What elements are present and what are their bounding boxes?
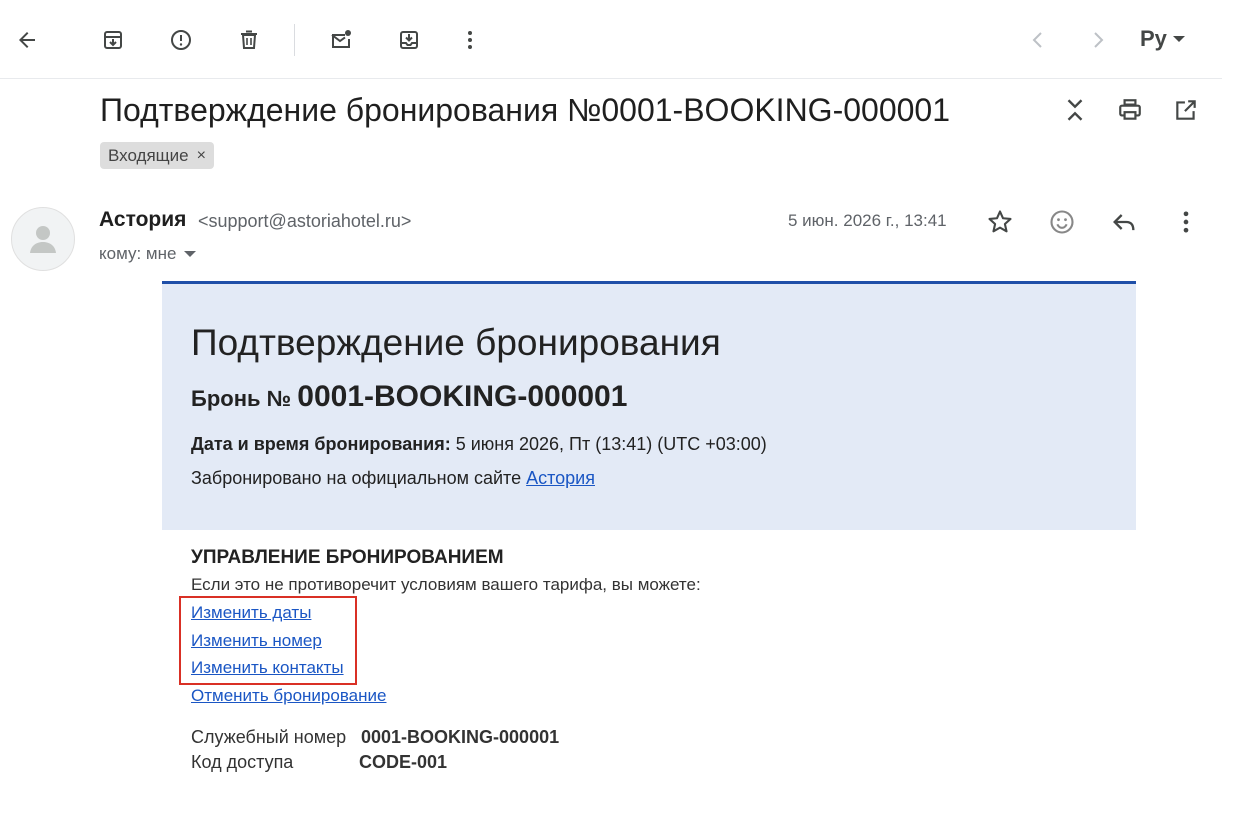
access-code-label: Код доступа (191, 752, 294, 772)
prev-icon (1032, 32, 1042, 48)
email-subject: Подтверждение бронирования №0001-BOOKING… (100, 92, 950, 128)
back-button[interactable] (5, 18, 49, 62)
sender-email: <support@astoriahotel.ru> (198, 211, 412, 231)
management-description: Если это не противоречит условиям вашего… (191, 575, 701, 594)
management-title: УПРАВЛЕНИЕ БРОНИРОВАНИЕМ (191, 547, 504, 568)
message-date: 5 июн. 2026 г., 13:41 (788, 211, 947, 230)
booking-number: 0001-BOOKING-000001 (297, 380, 628, 413)
emoji-icon (1050, 210, 1074, 234)
more-vert-icon (468, 31, 472, 49)
booking-datetime: Дата и время бронирования: 5 июня 2026, … (191, 434, 767, 455)
site-link[interactable]: Астория (526, 468, 595, 488)
print-button[interactable] (1112, 92, 1148, 128)
star-button[interactable] (980, 202, 1020, 242)
message-more-button[interactable] (1166, 202, 1206, 242)
print-icon (1119, 99, 1141, 120)
access-code-value: CODE-001 (359, 752, 448, 772)
archive-icon (104, 31, 122, 49)
datetime-value: 5 июня 2026, Пт (13:41) (UTC +03:00) (455, 434, 767, 454)
confirmation-title: Подтверждение бронирования (191, 322, 721, 363)
label-name: Входящие (108, 145, 189, 165)
service-number-value: 0001-BOOKING-000001 (361, 727, 560, 747)
booked-on-site: Забронировано на официальном сайте Астор… (191, 468, 595, 489)
avatar (11, 207, 75, 271)
cancel-booking-link[interactable]: Отменить бронирование (191, 686, 386, 706)
booking-prefix: Бронь № (191, 386, 292, 411)
collapse-all-button[interactable] (1057, 92, 1093, 128)
recipients-toggle[interactable]: кому: мне (99, 244, 197, 264)
datetime-label: Дата и время бронирования: (191, 434, 451, 454)
mark-unread-button[interactable] (319, 18, 363, 62)
reply-button[interactable] (1104, 202, 1144, 242)
sender-name: Астория (99, 208, 187, 231)
booking-number-line: Бронь № 0001-BOOKING-000001 (191, 380, 627, 414)
reply-icon (1113, 214, 1135, 231)
delete-icon (241, 30, 257, 49)
site-text: Забронировано на официальном сайте (191, 468, 522, 488)
person-icon (30, 226, 56, 253)
next-icon (1094, 32, 1104, 48)
newer-button[interactable] (1076, 18, 1120, 62)
star-icon (988, 210, 1012, 233)
recipients-label: кому: мне (99, 244, 177, 263)
highlight-box (179, 596, 357, 685)
language-selector[interactable]: Ру (1140, 26, 1185, 52)
more-vert-icon (1183, 211, 1189, 233)
older-button[interactable] (1016, 18, 1060, 62)
mark-unread-icon (331, 30, 351, 48)
report-spam-button[interactable] (159, 18, 203, 62)
open-in-new-icon (1176, 100, 1196, 120)
toolbar-separator (294, 24, 295, 56)
more-options-button[interactable] (448, 18, 492, 62)
service-number-label: Служебный номер (191, 727, 347, 747)
archive-button[interactable] (91, 18, 135, 62)
toolbar: Ру (0, 0, 1222, 79)
add-reaction-button[interactable] (1042, 202, 1082, 242)
move-to-button[interactable] (387, 18, 431, 62)
inbox-label-chip[interactable]: Входящие × (100, 142, 214, 169)
language-label: Ру (1140, 26, 1167, 51)
back-arrow-icon (19, 32, 35, 48)
open-new-window-button[interactable] (1168, 92, 1204, 128)
move-to-icon (400, 31, 418, 49)
chevron-down-icon (1172, 36, 1185, 42)
remove-label-icon[interactable]: × (197, 147, 206, 165)
delete-button[interactable] (227, 18, 271, 62)
collapse-icon (1067, 99, 1083, 121)
report-spam-icon (171, 30, 191, 50)
chevron-down-icon (184, 251, 197, 257)
